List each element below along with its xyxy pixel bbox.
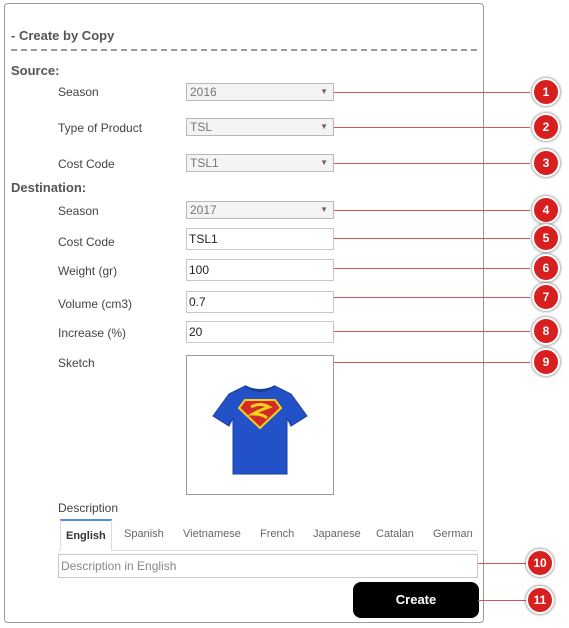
source-heading: Source: xyxy=(11,63,60,78)
source-season-label: Season xyxy=(58,85,99,99)
callout-badge-4: 4 xyxy=(532,196,560,224)
callout-line-4 xyxy=(334,210,530,211)
volume-input[interactable]: 0.7 xyxy=(186,291,334,313)
callout-line-10 xyxy=(478,563,530,564)
tab-english[interactable]: English xyxy=(60,519,112,551)
callout-line-3 xyxy=(334,163,530,164)
callout-line-6 xyxy=(334,268,530,269)
tab-catalan[interactable]: Catalan xyxy=(371,519,419,550)
weight-input[interactable]: 100 xyxy=(186,259,334,281)
callout-line-11 xyxy=(478,600,530,601)
source-season-select[interactable]: 2016 ▼ xyxy=(186,83,334,101)
callout-badge-5: 5 xyxy=(532,224,560,252)
chevron-down-icon: ▼ xyxy=(320,205,328,214)
source-cost-code-value: TSL1 xyxy=(190,156,219,170)
volume-label: Volume (cm3) xyxy=(58,297,133,311)
increase-label: Increase (%) xyxy=(58,326,127,340)
tab-japanese[interactable]: Japanese xyxy=(308,519,366,550)
callout-badge-11: 11 xyxy=(526,586,554,614)
callout-badge-9: 9 xyxy=(532,348,560,376)
language-tabs: English Spanish Vietnamese French Japane… xyxy=(58,519,478,551)
weight-label: Weight (gr) xyxy=(58,264,118,278)
callout-badge-3: 3 xyxy=(532,149,560,177)
tab-german[interactable]: German xyxy=(428,519,478,550)
create-button[interactable]: Create xyxy=(353,582,479,618)
callout-badge-2: 2 xyxy=(532,113,560,141)
tshirt-icon xyxy=(212,385,308,475)
tab-spanish[interactable]: Spanish xyxy=(119,519,169,550)
source-cost-code-label: Cost Code xyxy=(58,157,115,171)
chevron-down-icon: ▼ xyxy=(320,87,328,96)
chevron-down-icon: ▼ xyxy=(320,158,328,167)
form-title: - Create by Copy xyxy=(11,28,115,43)
callout-badge-8: 8 xyxy=(532,317,560,345)
source-type-select[interactable]: TSL ▼ xyxy=(186,118,334,136)
source-season-value: 2016 xyxy=(190,85,217,99)
description-input[interactable]: Description in English xyxy=(58,554,478,578)
chevron-down-icon: ▼ xyxy=(320,122,328,131)
callout-badge-7: 7 xyxy=(532,283,560,311)
callout-line-7 xyxy=(334,297,530,298)
destination-season-select[interactable]: 2017 ▼ xyxy=(186,201,334,219)
increase-input[interactable]: 20 xyxy=(186,321,334,343)
callout-line-5 xyxy=(334,238,530,239)
source-type-label: Type of Product xyxy=(58,121,143,135)
destination-heading: Destination: xyxy=(11,180,87,195)
callout-line-1 xyxy=(334,92,530,93)
source-cost-code-select[interactable]: TSL1 ▼ xyxy=(186,154,334,172)
destination-cost-code-input[interactable]: TSL1 xyxy=(186,228,334,250)
callout-line-9 xyxy=(334,362,530,363)
description-label: Description xyxy=(58,501,119,515)
source-type-value: TSL xyxy=(190,120,213,134)
callout-badge-1: 1 xyxy=(532,78,560,106)
destination-cost-code-label: Cost Code xyxy=(58,235,115,249)
callout-line-8 xyxy=(334,331,530,332)
destination-season-label: Season xyxy=(58,204,99,218)
sketch-image[interactable] xyxy=(186,355,334,495)
callout-line-2 xyxy=(334,127,530,128)
tab-vietnamese[interactable]: Vietnamese xyxy=(178,519,246,550)
sketch-label: Sketch xyxy=(58,356,95,370)
title-divider xyxy=(11,49,477,51)
destination-season-value: 2017 xyxy=(190,203,217,217)
callout-badge-10: 10 xyxy=(526,549,554,577)
tab-french[interactable]: French xyxy=(255,519,299,550)
callout-badge-6: 6 xyxy=(532,254,560,282)
